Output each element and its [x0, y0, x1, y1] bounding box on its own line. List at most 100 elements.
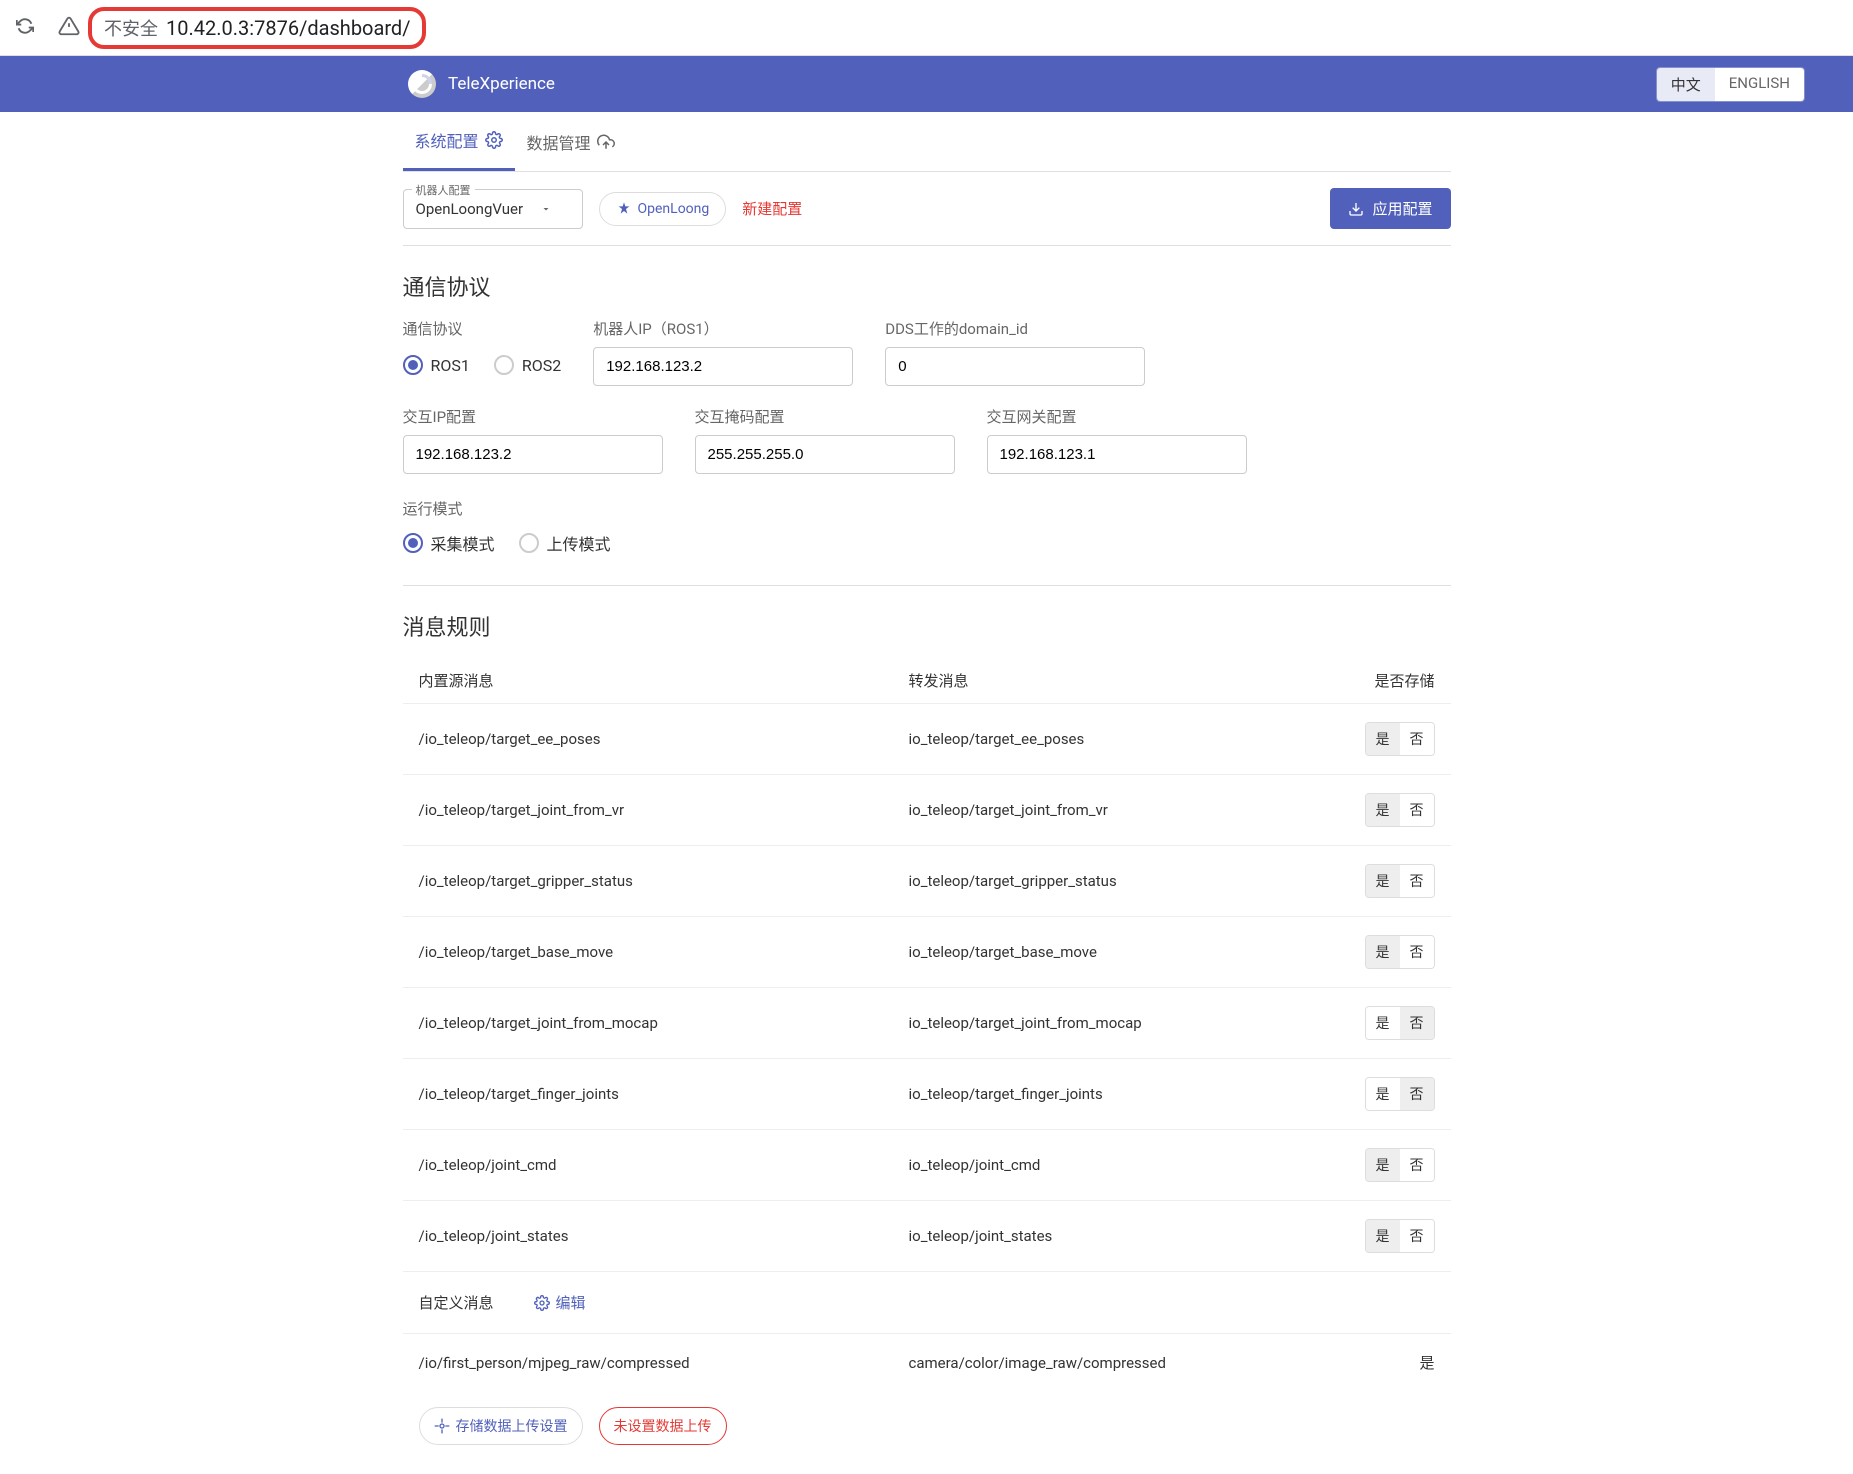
lang-cn-button[interactable]: 中文	[1657, 68, 1715, 101]
cell-store-toggle: 是 否	[1315, 1219, 1435, 1253]
language-toggle: 中文 ENGLISH	[1656, 67, 1805, 102]
table-row: /io_teleop/target_base_move io_teleop/ta…	[403, 916, 1451, 987]
lang-en-button[interactable]: ENGLISH	[1715, 68, 1804, 101]
cell-store-toggle: 是 否	[1315, 793, 1435, 827]
cell-forward: io_teleop/joint_states	[909, 1227, 1315, 1245]
store-yes-button[interactable]: 是	[1366, 1007, 1400, 1039]
cell-source: /io_teleop/target_joint_from_mocap	[419, 1014, 909, 1032]
store-yes-button[interactable]: 是	[1366, 1220, 1400, 1252]
store-no-button[interactable]: 否	[1400, 936, 1434, 968]
upload-settings-button[interactable]: 存储数据上传设置	[419, 1407, 583, 1445]
cell-source: /io_teleop/target_joint_from_vr	[419, 801, 909, 819]
main-tabs: 系统配置 数据管理	[403, 112, 1451, 172]
radio-ros2[interactable]: ROS2	[494, 355, 561, 375]
store-no-button[interactable]: 否	[1400, 1149, 1434, 1181]
radio-label: ROS2	[522, 356, 561, 375]
chevron-down-icon	[540, 203, 552, 215]
select-value: OpenLoongVuer	[416, 200, 524, 218]
cell-source: /io_teleop/target_gripper_status	[419, 872, 909, 890]
mask-input[interactable]	[695, 435, 955, 474]
section-title: 通信协议	[403, 270, 1451, 302]
radio-circle-icon	[519, 533, 539, 553]
cell-forward: io_teleop/target_ee_poses	[909, 730, 1315, 748]
rules-table-body: /io_teleop/target_ee_poses io_teleop/tar…	[403, 703, 1451, 1271]
cell-source: /io/first_person/mjpeg_raw/compressed	[419, 1354, 909, 1372]
custom-msg-header: 自定义消息 编辑	[403, 1271, 1451, 1333]
brand-name: TeleXperience	[448, 74, 555, 94]
radio-circle-icon	[494, 355, 514, 375]
url-highlight-box: 不安全 10.42.0.3:7876/dashboard/	[88, 7, 426, 49]
cell-source: /io_teleop/joint_cmd	[419, 1156, 909, 1174]
protocol-label: 通信协议	[403, 318, 562, 339]
select-label: 机器人配置	[412, 182, 475, 198]
table-row: /io_teleop/target_joint_from_vr io_teleo…	[403, 774, 1451, 845]
comm-protocol-section: 通信协议 通信协议 ROS1 ROS2 机器人IP（ROS1）	[403, 246, 1451, 586]
store-no-button[interactable]: 否	[1400, 865, 1434, 897]
gear-icon	[485, 131, 503, 149]
cell-source: /io_teleop/joint_states	[419, 1227, 909, 1245]
security-warning-icon	[58, 15, 80, 41]
inter-ip-label: 交互IP配置	[403, 406, 663, 427]
robot-config-select[interactable]: 机器人配置 OpenLoongVuer	[403, 189, 583, 229]
cell-source: /io_teleop/target_ee_poses	[419, 730, 909, 748]
mask-label: 交互掩码配置	[695, 406, 955, 427]
apply-config-button[interactable]: 应用配置	[1330, 188, 1450, 229]
cell-store-toggle: 是 否	[1315, 1148, 1435, 1182]
gear-icon	[434, 1418, 450, 1434]
store-no-button[interactable]: 否	[1400, 723, 1434, 755]
cell-forward: io_teleop/target_finger_joints	[909, 1085, 1315, 1103]
table-row: /io_teleop/joint_states io_teleop/joint_…	[403, 1200, 1451, 1271]
domain-id-input[interactable]	[885, 347, 1145, 386]
store-no-button[interactable]: 否	[1400, 1220, 1434, 1252]
table-row: /io_teleop/target_joint_from_mocap io_te…	[403, 987, 1451, 1058]
radio-circle-icon	[403, 533, 423, 553]
table-header: 内置源消息 转发消息 是否存储	[403, 658, 1451, 703]
inter-ip-input[interactable]	[403, 435, 663, 474]
store-yes-button[interactable]: 是	[1366, 1149, 1400, 1181]
cell-forward: io_teleop/joint_cmd	[909, 1156, 1315, 1174]
new-config-link[interactable]: 新建配置	[742, 198, 802, 219]
store-no-button[interactable]: 否	[1400, 1007, 1434, 1039]
app-header: TeleXperience 中文 ENGLISH	[0, 56, 1853, 112]
cell-forward: io_teleop/target_gripper_status	[909, 872, 1315, 890]
cell-forward: io_teleop/target_joint_from_mocap	[909, 1014, 1315, 1032]
cell-store-toggle: 是 否	[1315, 1006, 1435, 1040]
store-yes-button[interactable]: 是	[1366, 1078, 1400, 1110]
security-text: 不安全	[104, 15, 158, 41]
edit-link[interactable]: 编辑	[534, 1292, 586, 1313]
col-forward-header: 转发消息	[909, 670, 1315, 691]
tab-data-management[interactable]: 数据管理	[515, 112, 627, 171]
custom-msg-label: 自定义消息	[419, 1292, 494, 1313]
col-store-header: 是否存储	[1315, 670, 1435, 691]
config-bar: 机器人配置 OpenLoongVuer OpenLoong 新建配置 应用配置	[403, 172, 1451, 246]
reload-icon[interactable]	[16, 17, 34, 39]
upload-settings-label: 存储数据上传设置	[456, 1416, 568, 1436]
upload-not-set-button[interactable]: 未设置数据上传	[599, 1407, 727, 1445]
store-yes-button[interactable]: 是	[1366, 936, 1400, 968]
store-yes-button[interactable]: 是	[1366, 723, 1400, 755]
gateway-input[interactable]	[987, 435, 1247, 474]
tab-system-config[interactable]: 系统配置	[403, 112, 515, 171]
domain-id-label: DDS工作的domain_id	[885, 318, 1145, 339]
table-row: /io_teleop/target_finger_joints io_teleo…	[403, 1058, 1451, 1129]
cell-forward: io_teleop/target_base_move	[909, 943, 1315, 961]
radio-upload-mode[interactable]: 上传模式	[519, 531, 611, 555]
table-row: /io_teleop/target_gripper_status io_tele…	[403, 845, 1451, 916]
radio-collect-mode[interactable]: 采集模式	[403, 531, 495, 555]
radio-label: 采集模式	[431, 531, 495, 555]
store-no-button[interactable]: 否	[1400, 1078, 1434, 1110]
cell-store: 是	[1315, 1352, 1435, 1373]
message-rules-section: 消息规则 内置源消息 转发消息 是否存储 /io_teleop/target_e…	[403, 586, 1451, 1461]
section-title: 消息规则	[403, 610, 1451, 642]
cell-store-toggle: 是 否	[1315, 1077, 1435, 1111]
download-icon	[1348, 201, 1364, 217]
table-row: /io_teleop/joint_cmd io_teleop/joint_cmd…	[403, 1129, 1451, 1200]
header-brand: TeleXperience	[408, 70, 555, 98]
radio-ros1[interactable]: ROS1	[403, 355, 470, 375]
store-yes-button[interactable]: 是	[1366, 865, 1400, 897]
openloong-button[interactable]: OpenLoong	[599, 192, 727, 226]
store-yes-button[interactable]: 是	[1366, 794, 1400, 826]
url-text[interactable]: 10.42.0.3:7876/dashboard/	[166, 16, 410, 40]
store-no-button[interactable]: 否	[1400, 794, 1434, 826]
robot-ip-input[interactable]	[593, 347, 853, 386]
